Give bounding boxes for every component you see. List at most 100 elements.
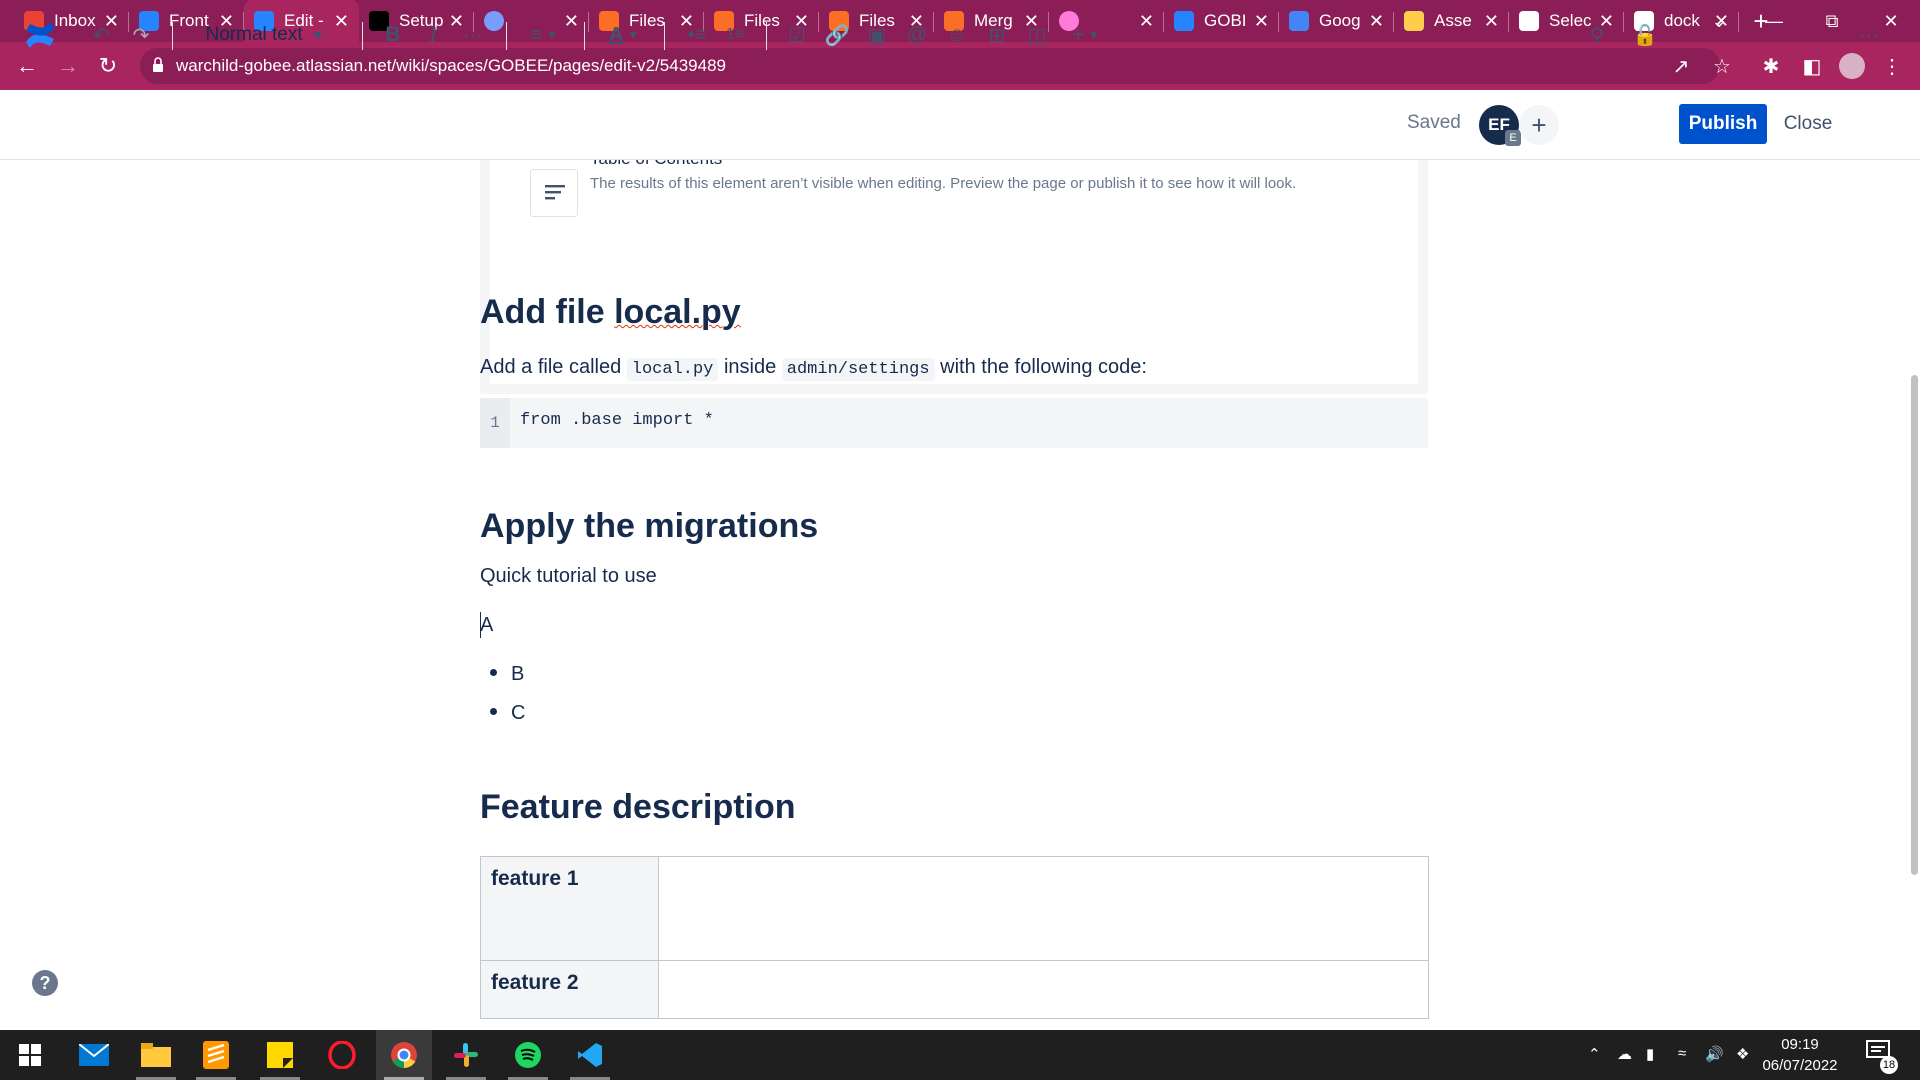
vscode-icon[interactable]: [562, 1030, 618, 1080]
invite-button[interactable]: +: [1519, 105, 1559, 145]
emoji-icon[interactable]: ☺: [940, 18, 974, 52]
dropbox-icon[interactable]: ❖: [1736, 1045, 1749, 1063]
toolbar-divider: [506, 22, 507, 50]
tab-title: Goog: [1319, 11, 1361, 30]
tab-close-icon[interactable]: ✕: [1139, 11, 1154, 32]
page-scrollbar[interactable]: [1908, 160, 1920, 1030]
browser-menu-icon[interactable]: ⋮: [1876, 50, 1908, 82]
scrollbar-thumb[interactable]: [1911, 375, 1918, 875]
opera-icon[interactable]: [314, 1030, 370, 1080]
clock-date: 06/07/2022: [1762, 1057, 1838, 1074]
clock[interactable]: 09:19 06/07/2022: [1755, 1034, 1845, 1076]
bullet-dot: [490, 708, 497, 716]
action-item-icon[interactable]: ☑: [780, 18, 814, 52]
paragraph-add-file[interactable]: Add a file called local.py inside admin/…: [480, 356, 1147, 381]
chevron-down-icon: ▼: [310, 27, 325, 43]
tab-close-icon[interactable]: ✕: [1369, 11, 1384, 32]
slack-icon[interactable]: [438, 1030, 494, 1080]
more-formatting-icon[interactable]: ⋯: [456, 18, 490, 52]
heading-feature-description[interactable]: Feature description: [480, 788, 796, 827]
layout-icon[interactable]: ◫: [1020, 18, 1054, 52]
wifi-icon[interactable]: ≈: [1678, 1045, 1686, 1062]
taskbar: ⌃ ☁ ▮ ≈ 🔊 ❖ 09:19 06/07/2022 18: [0, 1030, 1920, 1080]
browser-tab[interactable]: Goog ✕: [1279, 0, 1394, 42]
tab-title: GOBI: [1204, 11, 1247, 30]
toolbar-divider: [584, 22, 585, 50]
heading-text: Add file: [480, 293, 615, 331]
heading-apply-migrations[interactable]: Apply the migrations: [480, 507, 818, 546]
reload-button[interactable]: ↻: [88, 46, 128, 86]
more-options-icon[interactable]: ⋯: [1852, 18, 1886, 52]
profile-avatar[interactable]: [1836, 50, 1868, 82]
table-icon[interactable]: ⊞: [980, 18, 1014, 52]
url-text: warchild-gobee.atlassian.net/wiki/spaces…: [176, 56, 726, 75]
link-icon[interactable]: 🔗: [820, 18, 854, 52]
side-panel-icon[interactable]: ◧: [1796, 50, 1828, 82]
volume-icon[interactable]: 🔊: [1705, 1045, 1724, 1063]
table-header-cell[interactable]: feature 1: [480, 856, 659, 961]
tab-close-icon[interactable]: ✕: [334, 11, 349, 32]
tab-search-icon[interactable]: ⌄: [1690, 0, 1748, 42]
code-block[interactable]: 1 from .base import *: [480, 398, 1428, 448]
toc-title: Table of Contents: [590, 160, 722, 169]
paragraph-tutorial[interactable]: Quick tutorial to use: [480, 565, 657, 588]
editor-content[interactable]: Table of Contents The results of this el…: [0, 160, 1908, 1030]
list-item[interactable]: B: [490, 663, 524, 686]
text-color-icon[interactable]: A ▼: [600, 18, 648, 52]
spotify-icon[interactable]: [500, 1030, 556, 1080]
onedrive-icon[interactable]: ☁: [1617, 1045, 1632, 1063]
bookmark-star-icon[interactable]: ☆: [1706, 50, 1738, 82]
code-line: from .base import *: [520, 411, 714, 430]
jira-icon: [1174, 11, 1194, 31]
browser-tab[interactable]: GOBI ✕: [1164, 0, 1279, 42]
heading-add-file[interactable]: Add file local.py: [480, 293, 741, 332]
inline-code: admin/settings: [781, 358, 935, 381]
help-icon[interactable]: ?: [32, 970, 58, 996]
tab-title: Asse: [1434, 11, 1472, 30]
list-item-text: B: [511, 663, 525, 685]
forward-button[interactable]: →: [48, 46, 88, 86]
windows-start-icon[interactable]: [2, 1030, 58, 1080]
list-item[interactable]: C: [490, 702, 525, 725]
restrictions-lock-icon[interactable]: 🔓: [1628, 18, 1662, 52]
share-icon[interactable]: ↗: [1665, 50, 1697, 82]
bullet-list-icon[interactable]: •≡: [680, 18, 714, 52]
tab-close-icon[interactable]: ✕: [1254, 11, 1269, 32]
close-button[interactable]: Close: [1775, 104, 1841, 144]
image-icon[interactable]: ▣: [860, 18, 894, 52]
undo-icon[interactable]: ↶: [84, 18, 118, 52]
mail-app-icon[interactable]: [66, 1030, 122, 1080]
confluence-logo-icon[interactable]: [20, 18, 60, 52]
battery-icon[interactable]: ▮: [1646, 1045, 1654, 1063]
paragraph-a[interactable]: A: [480, 614, 493, 637]
table-header-cell[interactable]: feature 2: [480, 960, 659, 1019]
para-text: with the following code:: [934, 356, 1147, 378]
table-cell[interactable]: [658, 960, 1429, 1019]
toolbar-divider: [766, 22, 767, 50]
sublime-text-icon[interactable]: [188, 1030, 244, 1080]
numbered-list-icon[interactable]: 1≡: [718, 18, 752, 52]
italic-icon[interactable]: I: [416, 18, 450, 52]
notification-badge: 18: [1880, 1056, 1898, 1074]
browser-tab[interactable]: Asse ✕: [1394, 0, 1509, 42]
text-style-dropdown[interactable]: Normal text ▼: [195, 18, 335, 52]
minimize-button[interactable]: —: [1745, 0, 1803, 42]
mention-icon[interactable]: @: [900, 18, 934, 52]
saved-status: Saved: [1407, 112, 1461, 133]
find-replace-icon[interactable]: ⚲: [1580, 18, 1614, 52]
tray-chevron-icon[interactable]: ⌃: [1588, 1045, 1601, 1063]
table-cell[interactable]: [658, 856, 1429, 961]
file-explorer-icon[interactable]: [128, 1030, 184, 1080]
redo-icon[interactable]: ↷: [124, 18, 158, 52]
extensions-icon[interactable]: ✱: [1755, 50, 1787, 82]
alignment-icon[interactable]: ≡ ▼: [520, 18, 568, 52]
insert-more-icon[interactable]: + ▼: [1064, 18, 1108, 52]
tab-close-icon[interactable]: ✕: [1484, 11, 1499, 32]
url-field[interactable]: warchild-gobee.atlassian.net/wiki/spaces…: [140, 48, 1720, 84]
chrome-icon[interactable]: [376, 1030, 432, 1080]
feature-table[interactable]: feature 1 feature 2: [480, 856, 1429, 1019]
back-button[interactable]: ←: [7, 46, 47, 86]
publish-button[interactable]: Publish: [1679, 104, 1767, 144]
sticky-notes-icon[interactable]: [252, 1030, 308, 1080]
bold-icon[interactable]: B: [376, 18, 410, 52]
